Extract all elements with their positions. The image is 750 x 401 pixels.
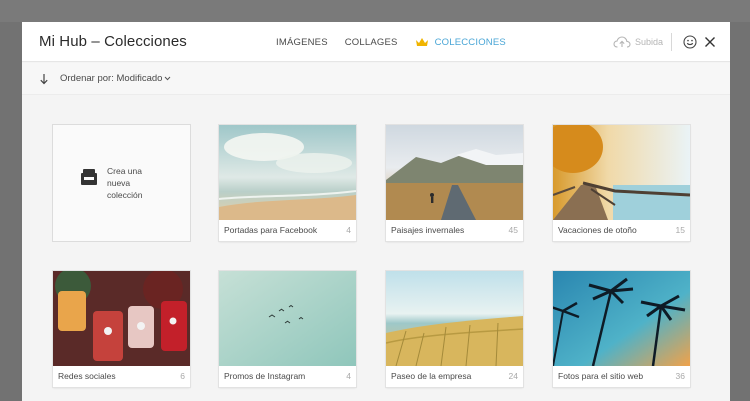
- nav-tabs: IMÁGENES COLLAGES COLECCIONES: [276, 22, 523, 62]
- collection-count: 24: [508, 371, 518, 381]
- collection-name: Vacaciones de otoño: [558, 225, 637, 235]
- collection-thumbnail: [553, 125, 690, 220]
- close-icon: [705, 37, 715, 47]
- tab-collections-label: COLECCIONES: [434, 36, 506, 48]
- crown-icon: [415, 38, 428, 46]
- collection-card-social[interactable]: Redes sociales 6: [53, 271, 190, 387]
- create-line-2: nueva: [107, 178, 131, 188]
- modal-header: Mi Hub – Colecciones IMÁGENES COLLAGES C…: [22, 22, 730, 62]
- upload-label: Subida: [634, 37, 663, 47]
- divider: [671, 33, 672, 51]
- tab-images[interactable]: IMÁGENES: [276, 37, 328, 48]
- close-button[interactable]: [702, 34, 718, 50]
- collection-name: Portadas para Facebook: [224, 225, 318, 235]
- collection-card-winter[interactable]: Paisajes invernales 45: [386, 125, 523, 241]
- collection-thumbnail: [53, 271, 190, 366]
- create-collection-text: Crea una nueva colección: [107, 165, 167, 201]
- create-line-3: colección: [107, 190, 143, 200]
- backdrop-strip: [0, 0, 750, 22]
- tab-images-label: IMÁGENES: [276, 36, 328, 48]
- sort-label: Ordenar por: Modificado: [60, 73, 163, 84]
- collection-count: 4: [346, 371, 351, 381]
- collection-count: 36: [675, 371, 685, 381]
- feedback-button[interactable]: [682, 34, 698, 50]
- create-collection-card[interactable]: Crea una nueva colección: [53, 125, 190, 241]
- collection-name: Fotos para el sitio web: [558, 371, 644, 381]
- collection-thumbnail: [219, 125, 356, 220]
- header-tools: Subida: [613, 22, 718, 62]
- tab-collections[interactable]: COLECCIONES: [415, 37, 506, 48]
- tab-collages[interactable]: COLLAGES: [345, 37, 398, 48]
- collection-name: Paseo de la empresa: [391, 371, 472, 381]
- tab-collages-label: COLLAGES: [344, 36, 398, 48]
- collections-modal: Mi Hub – Colecciones IMÁGENES COLLAGES C…: [22, 22, 730, 401]
- collection-count: 6: [180, 371, 185, 381]
- collection-card-facebook[interactable]: Portadas para Facebook 4: [219, 125, 356, 241]
- collection-card-instagram[interactable]: Promos de Instagram 4: [219, 271, 356, 387]
- collection-card-website[interactable]: Fotos para el sitio web 36: [553, 271, 690, 387]
- smiley-icon: [683, 35, 697, 49]
- collection-thumbnail: [386, 125, 523, 220]
- chevron-down-icon: [165, 76, 171, 81]
- create-line-1: Crea una: [107, 166, 142, 176]
- collection-thumbnail: [553, 271, 690, 366]
- sort-direction-icon[interactable]: [39, 73, 49, 85]
- collection-card-company[interactable]: Paseo de la empresa 24: [386, 271, 523, 387]
- new-collection-icon: [81, 169, 97, 185]
- collection-thumbnail: [219, 271, 356, 366]
- page-title: Mi Hub – Colecciones: [39, 33, 187, 50]
- sort-dropdown[interactable]: Ordenar por: Modificado: [60, 73, 171, 84]
- collection-card-autumn[interactable]: Vacaciones de otoño 15: [553, 125, 690, 241]
- sort-toolbar: Ordenar por: Modificado: [22, 63, 730, 95]
- collection-name: Paisajes invernales: [391, 225, 465, 235]
- collection-thumbnail: [386, 271, 523, 366]
- collection-count: 15: [675, 225, 685, 235]
- collection-count: 4: [346, 225, 351, 235]
- collection-name: Promos de Instagram: [224, 371, 306, 381]
- collection-name: Redes sociales: [58, 371, 116, 381]
- upload-button[interactable]: Subida: [613, 36, 663, 48]
- cloud-upload-icon: [613, 36, 631, 48]
- collection-count: 45: [508, 225, 518, 235]
